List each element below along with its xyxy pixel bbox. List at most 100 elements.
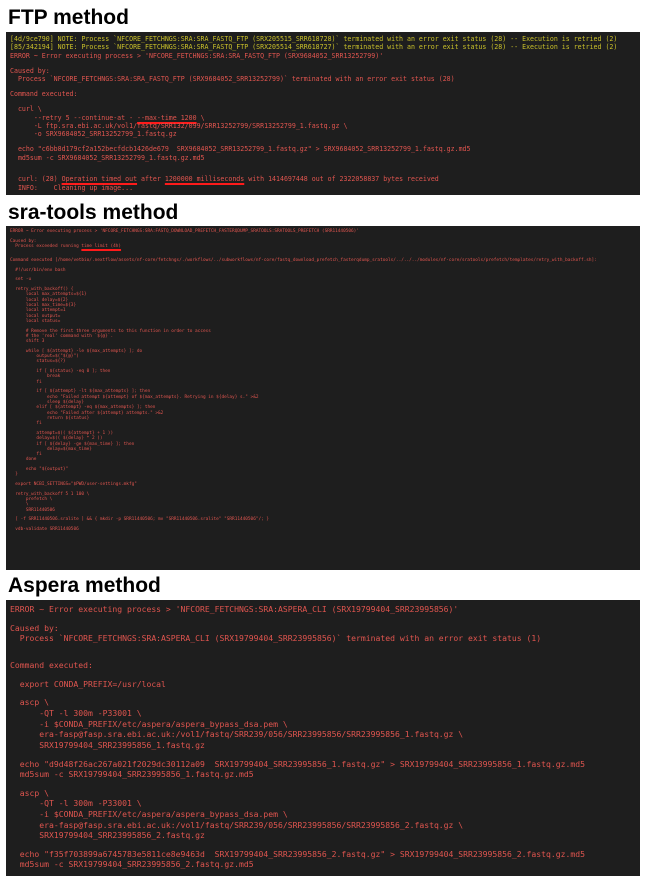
- line-text: echo "Failed after ${attempt} attempts."…: [10, 410, 164, 416]
- line-text: Caused by:: [10, 238, 37, 244]
- highlighted-text: --max-time 1200: [137, 113, 197, 122]
- line-text: echo "f35f703899a6745783e5811ce8e9463d S…: [10, 848, 585, 859]
- line-text: export NCBI_SETTINGS="$PWD/user-settings…: [10, 482, 137, 488]
- terminal-line: md5sum -c SRX19799404_SRR23995856_1.fast…: [10, 769, 636, 780]
- terminal-line: -i $CONDA_PREFIX/etc/aspera/aspera_bypas…: [10, 719, 636, 730]
- aspera-terminal-output: ERROR ~ Error executing process > 'NFCOR…: [6, 600, 640, 876]
- line-text: status=${?}: [10, 359, 66, 365]
- line-text: }: [10, 472, 18, 478]
- line-text: delay=$(( ${delay} * 2 )): [10, 436, 103, 442]
- line-text: SRX19799404_SRR23995856_2.fastq.gz: [10, 830, 205, 841]
- line-text: elif [ ${attempt} -eq ${max_attempts} ];…: [10, 405, 156, 411]
- terminal-line: -i $CONDA_PREFIX/etc/aspera/aspera_bypas…: [10, 809, 636, 820]
- line-text: \: [196, 113, 205, 122]
- highlighted-text: time limit (4h): [81, 243, 122, 249]
- line-text: [4d/9ce790] NOTE: Process `NFCORE_FETCHN…: [10, 35, 618, 43]
- line-text: era-fasp@fasp.sra.ebi.ac.uk:/vol1/fastq/…: [10, 819, 464, 830]
- line-text: #!/usr/bin/env bash: [10, 267, 66, 273]
- terminal-line: -QT -l 300m -P33001 \: [10, 708, 636, 719]
- terminal-line: ascp \: [10, 697, 636, 708]
- terminal-line: INFO: Cleaning up image...: [10, 184, 636, 192]
- line-text: set -u: [10, 277, 32, 283]
- line-text: ERROR ~ Error executing process > 'NFCOR…: [10, 229, 359, 234]
- highlighted-text: 1200000 milliseconds: [164, 175, 245, 184]
- line-text: Process `NFCORE_FETCHNGS:SRA:SRA_FASTQ_F…: [10, 75, 455, 84]
- line-text: SRR11440506: [10, 507, 55, 513]
- terminal-line: SRX19799404_SRR23995856_2.fastq.gz: [10, 830, 636, 841]
- line-text: ascp \: [10, 697, 49, 708]
- sra-tools-terminal-output: ERROR ~ Error executing process > 'NFCOR…: [6, 226, 640, 570]
- terminal-line: Command executed:: [10, 660, 636, 671]
- line-text: Caused by:: [10, 622, 59, 633]
- line-text: md5sum -c SRX9684052_SRR13252799_1.fastq…: [10, 153, 205, 162]
- terminal-line: -QT -l 300m -P33001 \: [10, 798, 636, 809]
- line-text: vdb-validate SRR11440506: [10, 527, 79, 533]
- terminal-line: SRX19799404_SRR23995856_1.fastq.gz: [10, 740, 636, 751]
- terminal-line: --retry 5 --continue-at - --max-time 120…: [10, 114, 636, 122]
- line-text: -QT -l 300m -P33001 \: [10, 798, 142, 809]
- terminal-line: md5sum -c SRX19799404_SRR23995856_2.fast…: [10, 859, 636, 870]
- terminal-line: md5sum -c SRX9684052_SRR13252799_1.fastq…: [10, 154, 636, 162]
- line-text: after: [137, 175, 165, 184]
- terminal-line: [85/342194] NOTE: Process `NFCORE_FETCHN…: [10, 43, 636, 51]
- terminal-line: Command executed:: [10, 90, 636, 98]
- line-text: md5sum -c SRX19799404_SRR23995856_2.fast…: [10, 859, 254, 870]
- line-text: [85/342194] NOTE: Process `NFCORE_FETCHN…: [10, 43, 618, 52]
- line-text: [ -f SRR11440506.sralite ] && { mkdir -p…: [10, 517, 270, 523]
- line-text: SRX19799404_SRR23995856_1.fastq.gz: [10, 739, 205, 750]
- terminal-line: echo "d9d48f26ac267a021f2029dc30112a09 S…: [10, 759, 636, 770]
- line-text: local max_attempts=${1}: [10, 292, 87, 298]
- line-text: local attempt=1: [10, 308, 66, 314]
- terminal-line: Process `NFCORE_FETCHNGS:SRA:SRA_FASTQ_F…: [10, 75, 636, 83]
- line-text: retry_with_backoff 5 1 100 \: [10, 491, 90, 497]
- line-text: -i $CONDA_PREFIX/etc/aspera/aspera_bypas…: [10, 718, 288, 729]
- line-text: -i $CONDA_PREFIX/etc/aspera/aspera_bypas…: [10, 808, 288, 819]
- terminal-line: era-fasp@fasp.sra.ebi.ac.uk:/vol1/fastq/…: [10, 820, 636, 831]
- line-text: # Remove the first three arguments to th…: [10, 328, 211, 334]
- terminal-line: era-fasp@fasp.sra.ebi.ac.uk:/vol1/fastq/…: [10, 729, 636, 740]
- line-text: ERROR ~ Error executing process > 'NFCOR…: [10, 51, 384, 60]
- line-text: --retry 5 --continue-at -: [10, 113, 138, 122]
- line-text: fi: [10, 379, 42, 385]
- terminal-line: curl: (28) Operation timed out after 120…: [10, 175, 636, 183]
- line-text: local output=: [10, 313, 61, 319]
- line-text: if [ ${delay} -ge ${max_time} ]; then: [10, 441, 135, 447]
- line-text: md5sum -c SRX19799404_SRR23995856_1.fast…: [10, 769, 254, 780]
- line-text: echo "d9d48f26ac267a021f2029dc30112a09 S…: [10, 758, 585, 769]
- aspera-method-heading: Aspera method: [8, 574, 161, 597]
- terminal-line: ascp \: [10, 788, 636, 799]
- ftp-terminal-output: [4d/9ce790] NOTE: Process `NFCORE_FETCHN…: [6, 32, 640, 195]
- terminal-line: vdb-validate SRR11440506: [10, 527, 636, 532]
- line-text: curl \: [10, 105, 42, 114]
- line-text: Command executed:: [10, 90, 78, 99]
- line-text: Command executed:: [10, 660, 93, 671]
- line-text: Caused by:: [10, 66, 50, 75]
- terminal-line: curl \: [10, 105, 636, 113]
- terminal-line: ERROR ~ Error executing process > 'NFCOR…: [10, 52, 636, 60]
- ftp-method-heading: FTP method: [8, 6, 129, 29]
- line-text: break: [10, 374, 61, 380]
- line-text: INFO: Cleaning up image...: [10, 183, 134, 192]
- terminal-line: ERROR ~ Error executing process > 'NFCOR…: [10, 604, 636, 615]
- line-text: Process exceeded running: [10, 243, 82, 249]
- line-text: export CONDA_PREFIX=/usr/local: [10, 678, 166, 689]
- terminal-line: Caused by:: [10, 623, 636, 634]
- terminal-line: Command executed [/home/vetbio/.nextflow…: [10, 258, 636, 263]
- line-text: ERROR ~ Error executing process > 'NFCOR…: [10, 604, 459, 614]
- terminal-line: Caused by:: [10, 67, 636, 75]
- line-text: shift 3: [10, 339, 45, 345]
- terminal-line: [4d/9ce790] NOTE: Process `NFCORE_FETCHN…: [10, 35, 636, 43]
- line-text: \: [10, 502, 29, 508]
